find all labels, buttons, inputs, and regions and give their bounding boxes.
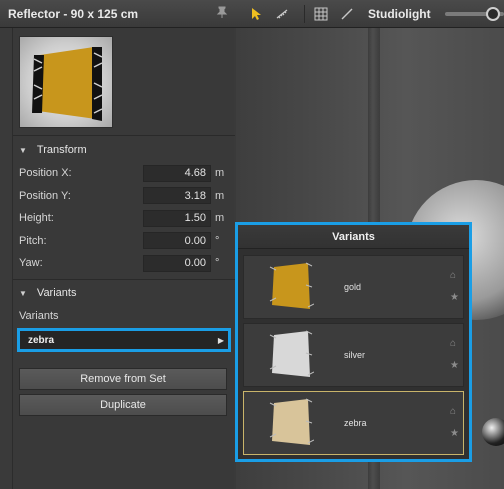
line-tool-icon[interactable] (336, 4, 358, 24)
transform-row: Position X: m (19, 164, 229, 182)
caret-down-icon: ▼ (19, 288, 27, 298)
caret-down-icon: ▼ (19, 145, 27, 155)
divider (13, 135, 235, 136)
home-icon[interactable]: ⌂ (450, 338, 456, 349)
variant-dropdown[interactable]: zebra ▶ (17, 328, 231, 352)
variant-name: zebra (344, 418, 367, 428)
studiolight-label: Studiolight (367, 6, 431, 21)
star-icon[interactable]: ★ (450, 360, 459, 371)
select-tool-icon[interactable] (246, 4, 268, 24)
variant-name: silver (344, 350, 366, 360)
transform-section-header[interactable]: ▼ Transform (19, 144, 87, 156)
unit-label: ° (215, 234, 220, 247)
variant-thumbnail (269, 262, 314, 309)
grid-icon[interactable] (310, 4, 332, 24)
variants-popup[interactable]: Variants gold ⌂ ★ silver ⌂ ★ zebra ⌂ ★ (235, 222, 472, 462)
transform-value-input[interactable] (143, 209, 211, 227)
transform-field-label: Position Y: (19, 189, 71, 202)
unit-label: m (215, 212, 225, 224)
panel-title: Reflector - 90 x 125 cm (8, 6, 139, 21)
transform-value-input[interactable] (143, 232, 211, 249)
transform-field-label: Height: (19, 212, 54, 224)
transform-section-label: Transform (36, 144, 87, 156)
duplicate-button[interactable]: Duplicate (19, 394, 227, 416)
unit-label: m (215, 167, 225, 179)
home-icon[interactable]: ⌂ (450, 270, 456, 281)
transform-field-label: Pitch: (19, 234, 47, 247)
unit-label: m (215, 189, 225, 202)
studio-light-ball (482, 418, 504, 446)
variants-section-header[interactable]: ▼ Variants (19, 287, 76, 299)
remove-from-set-button[interactable]: Remove from Set (19, 368, 227, 390)
unit-label: ° (215, 257, 220, 269)
home-icon[interactable]: ⌂ (450, 406, 456, 417)
variants-popup-title: Variants (238, 225, 469, 249)
variant-item[interactable]: gold ⌂ ★ (243, 255, 464, 319)
variants-field-label: Variants (19, 310, 59, 322)
transform-field-label: Yaw: (19, 257, 43, 269)
variant-name: gold (344, 282, 362, 292)
star-icon[interactable]: ★ (450, 292, 459, 303)
studiolight-slider-thumb[interactable] (486, 6, 501, 21)
transform-value-input[interactable] (143, 187, 211, 204)
panel-titlebar: Reflector - 90 x 125 cm (0, 0, 236, 28)
measure-tool-icon[interactable] (272, 4, 294, 24)
transform-value-input[interactable] (143, 254, 211, 272)
pin-icon[interactable] (216, 6, 228, 21)
variants-section-label: Variants (36, 287, 77, 299)
properties-panel: ▼ Transform Position X:mPosition Y:mHeig… (0, 28, 236, 489)
transform-value-input[interactable] (143, 164, 211, 182)
transform-field-label: Position X: (19, 167, 72, 179)
transform-row: Position Y: m (19, 187, 229, 205)
transform-row: Pitch: ° (19, 232, 229, 250)
variant-item[interactable]: zebra ⌂ ★ (243, 391, 464, 455)
divider (13, 279, 235, 280)
properties-content: ▼ Transform Position X:mPosition Y:mHeig… (12, 28, 235, 489)
variant-thumbnail (269, 330, 314, 377)
chevron-right-icon: ▶ (217, 335, 224, 345)
variant-item[interactable]: silver ⌂ ★ (243, 323, 464, 387)
object-thumbnail (19, 36, 113, 128)
transform-row: Yaw: ° (19, 254, 229, 272)
studiolight-slider[interactable] (444, 6, 504, 21)
variant-thumbnail (269, 398, 314, 445)
variant-dropdown-value: zebra (28, 334, 55, 346)
transform-row: Height: m (19, 209, 229, 227)
star-icon[interactable]: ★ (450, 428, 459, 439)
toolbar-separator (303, 4, 305, 23)
viewport-toolbar: Studiolight (236, 0, 504, 28)
